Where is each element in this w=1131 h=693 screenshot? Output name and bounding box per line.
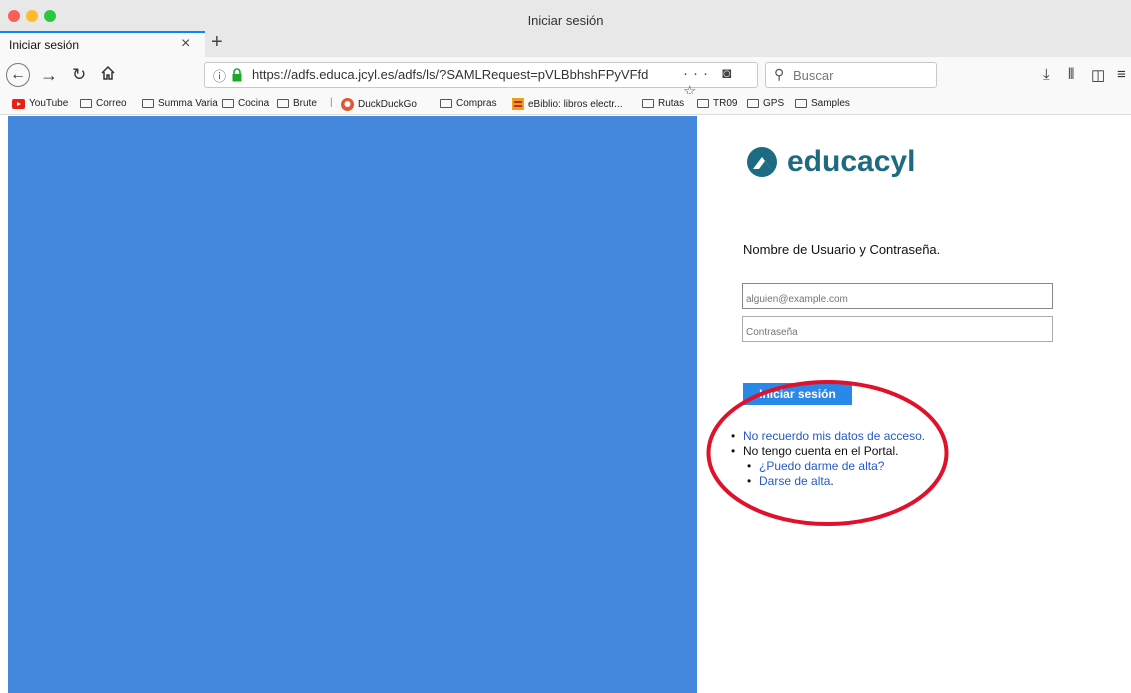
bookmark-gps[interactable]: GPS: [747, 98, 784, 109]
bookmark-correo[interactable]: Correo: [80, 98, 127, 109]
home-icon[interactable]: [100, 64, 116, 86]
bookmark-brute[interactable]: Brute: [277, 98, 317, 109]
logo-text: educacyl: [787, 145, 916, 178]
bookmark-separator: |: [330, 97, 333, 108]
educacyl-logo: educacyl: [747, 145, 915, 179]
search-icon: ⚲: [774, 66, 785, 82]
navigation-toolbar: ← → ↻ ⓘ https://adfs.educa.jcyl.es/adfs/…: [0, 57, 1131, 100]
tab-bar: Iniciar sesión × +: [0, 31, 1131, 57]
library-icon[interactable]: ⫴: [1068, 66, 1074, 83]
folder-icon: [642, 99, 654, 108]
youtube-icon: [12, 98, 25, 109]
pocket-icon[interactable]: ◙: [722, 65, 736, 82]
search-bar[interactable]: ⚲ Buscar: [765, 62, 937, 88]
duckduckgo-icon: [341, 98, 354, 111]
educacyl-logo-icon: [747, 147, 777, 177]
bookmark-duckduckgo[interactable]: DuckDuckGo: [341, 98, 417, 111]
search-placeholder: Buscar: [793, 68, 834, 83]
bookmarks-toolbar: YouTube Correo Summa Varia Cocina Brute …: [0, 94, 1131, 115]
folder-icon: [277, 99, 289, 108]
red-annotation-ellipse: [706, 380, 949, 526]
tab-active[interactable]: Iniciar sesión ×: [0, 31, 205, 57]
forward-arrow-icon[interactable]: →: [40, 64, 58, 86]
url-bar[interactable]: ⓘ https://adfs.educa.jcyl.es/adfs/ls/?SA…: [204, 62, 758, 100]
folder-icon: [222, 99, 234, 108]
bookmark-ebiblio[interactable]: eBiblio: libros electr...: [512, 98, 623, 110]
bookmark-compras[interactable]: Compras: [440, 98, 497, 109]
back-arrow-icon[interactable]: ←: [6, 63, 30, 87]
sidebar-icon[interactable]: ◫: [1091, 66, 1105, 84]
bookmark-summa-varia[interactable]: Summa Varia: [142, 98, 218, 109]
folder-icon: [747, 99, 759, 108]
lock-icon: [232, 68, 242, 82]
tab-label: Iniciar sesión: [9, 38, 80, 52]
folder-icon: [440, 99, 452, 108]
bookmark-tr09[interactable]: TR09: [697, 98, 737, 109]
bookmark-youtube[interactable]: YouTube: [12, 98, 68, 109]
window-title: Iniciar sesión: [527, 13, 604, 28]
folder-icon: [697, 99, 709, 108]
close-tab-icon[interactable]: ×: [181, 35, 190, 53]
bookmark-cocina[interactable]: Cocina: [222, 98, 269, 109]
folder-icon: [80, 99, 92, 108]
bookmark-samples[interactable]: Samples: [795, 98, 850, 109]
info-icon[interactable]: ⓘ: [213, 66, 226, 85]
menu-icon[interactable]: ≡: [1117, 66, 1126, 83]
ebiblio-icon: [512, 98, 524, 110]
new-tab-icon[interactable]: +: [211, 31, 223, 54]
bookmark-rutas[interactable]: Rutas: [642, 98, 684, 109]
page-actions-icon[interactable]: ···: [683, 65, 713, 82]
url-text: https://adfs.educa.jcyl.es/adfs/ls/?SAML…: [252, 67, 649, 82]
download-icon[interactable]: ⤓: [1043, 66, 1050, 83]
reload-icon[interactable]: ↻: [72, 64, 86, 86]
window-titlebar: Iniciar sesión: [0, 0, 1131, 31]
illustration-panel: [8, 116, 697, 693]
folder-icon: [142, 99, 154, 108]
form-heading: Nombre de Usuario y Contraseña.: [743, 242, 941, 257]
folder-icon: [795, 99, 807, 108]
email-field[interactable]: [742, 283, 1053, 309]
password-field[interactable]: [742, 316, 1053, 342]
